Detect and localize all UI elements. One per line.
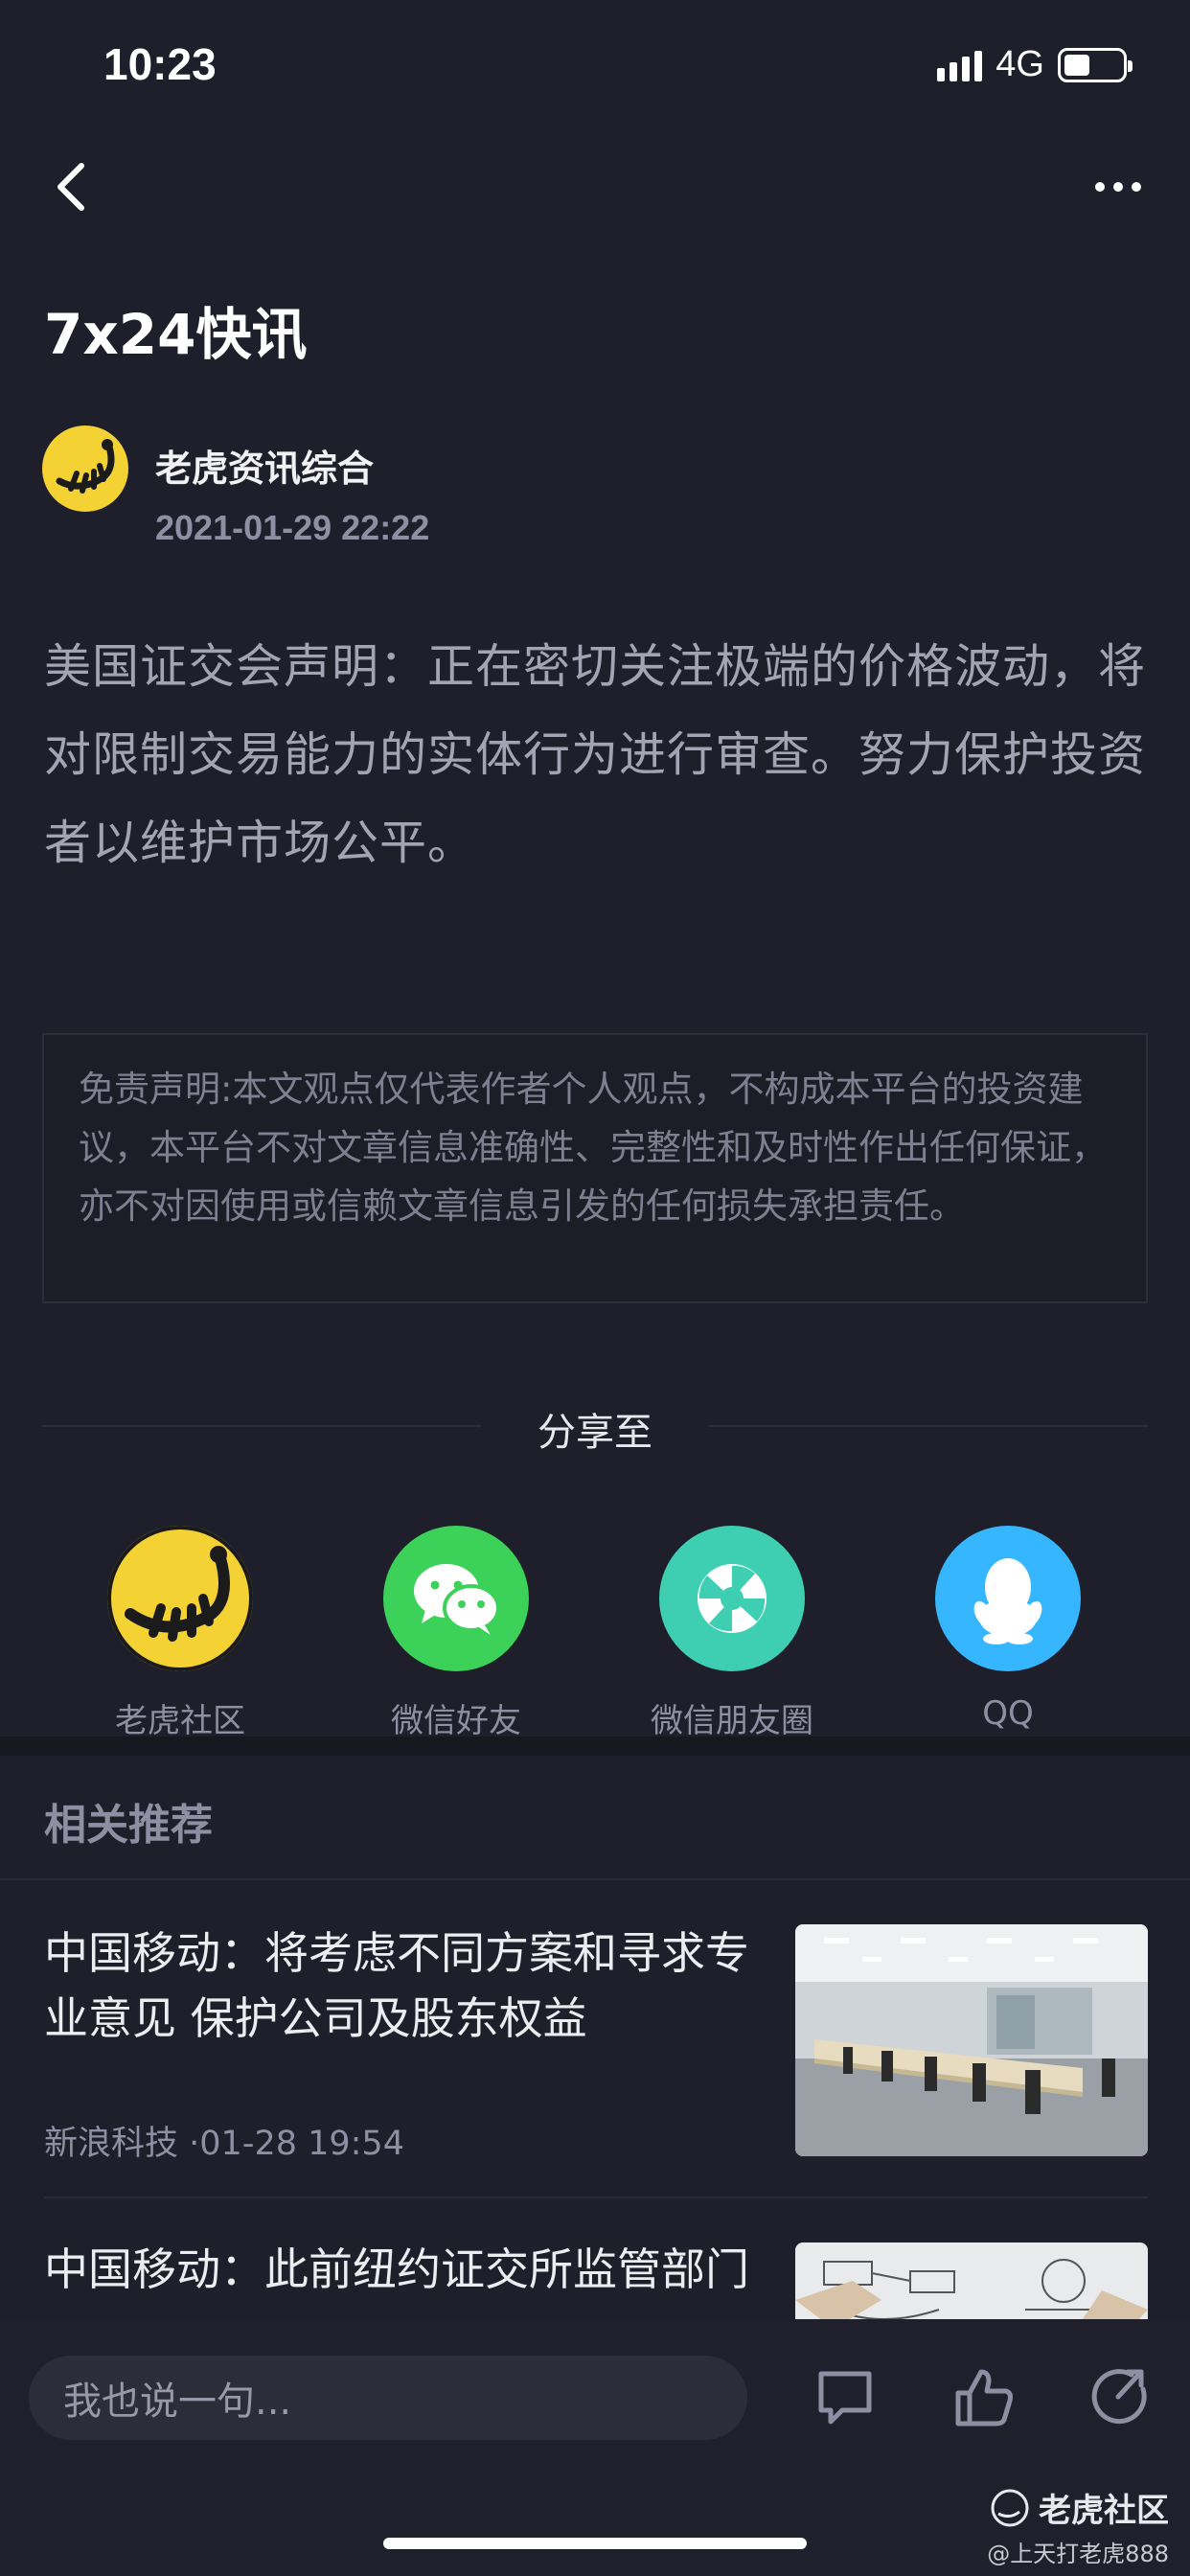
publish-time: 2021-01-29 22:22 (155, 508, 430, 547)
home-indicator[interactable] (383, 2538, 807, 2549)
comment-button[interactable] (807, 2359, 883, 2436)
related-item-meta: 新浪科技 ·01-28 19:54 (44, 2116, 404, 2165)
share-tiger-community[interactable]: 老虎社区 (84, 1526, 276, 1741)
share-label: 老虎社区 (115, 1702, 245, 1740)
share-arrow-icon (1091, 2369, 1147, 2425)
moments-icon (659, 1526, 805, 1671)
author-avatar[interactable] (42, 426, 128, 512)
author-name[interactable]: 老虎资讯综合 (155, 439, 374, 492)
disclaimer-box: 免责声明:本文观点仅代表作者个人观点，不构成本平台的投资建议，本平台不对文章信息… (42, 1033, 1148, 1303)
share-label: QQ (982, 1694, 1034, 1733)
comment-icon (818, 2371, 872, 2425)
share-qq[interactable]: QQ (912, 1526, 1104, 1733)
tiger-logo-icon (42, 426, 128, 512)
tiger-community-icon (107, 1526, 253, 1671)
page-title: 7x24快讯 (44, 302, 308, 367)
share-button[interactable] (1083, 2359, 1159, 2436)
share-wechat-friend[interactable]: 微信好友 (360, 1526, 552, 1741)
related-item-divider (44, 2196, 1148, 2198)
status-time: 10:23 (103, 39, 217, 89)
network-type: 4G (995, 44, 1044, 84)
share-label: 微信好友 (391, 1702, 521, 1740)
news-detail-page: 10:23 4G 7x24快讯 老虎资讯综合 2021-01-29 22:22 … (0, 0, 1190, 2576)
related-title: 相关推荐 (44, 1801, 213, 1850)
like-button[interactable] (946, 2359, 1022, 2436)
related-divider (0, 1878, 1190, 1880)
back-button[interactable] (38, 153, 105, 220)
signal-icon (937, 49, 983, 81)
chevron-left-icon (57, 163, 84, 211)
article-body: 美国证交会声明：正在密切关注极端的价格波动，将对限制交易能力的实体行为进行审查。… (44, 639, 1147, 870)
watermark-user: @上天打老虎888 (987, 2541, 1169, 2567)
related-item-source: 新浪科技 (44, 2125, 179, 2163)
watermark-brand: 老虎社区 (987, 2484, 1169, 2531)
battery-icon (1058, 47, 1133, 82)
qq-icon (935, 1526, 1081, 1671)
watermark: 老虎社区 @上天打老虎888 (987, 2484, 1169, 2568)
related-item-title[interactable]: 中国移动：将考虑不同方案和寻求专业意见 保护公司及股东权益 (44, 1920, 772, 2051)
status-indicators: 4G (937, 44, 1133, 85)
watermark-brand-text: 老虎社区 (1039, 2492, 1169, 2530)
tiger-logo-icon (991, 2489, 1029, 2526)
share-label: 微信朋友圈 (651, 1702, 813, 1740)
comment-input[interactable]: 我也说一句... (29, 2356, 747, 2440)
section-separator (0, 1736, 1190, 1756)
office-photo-thumbnail[interactable] (795, 1924, 1148, 2156)
wechat-icon (383, 1526, 529, 1671)
share-title: 分享至 (538, 1411, 652, 1455)
more-options-button[interactable] (1085, 163, 1152, 211)
related-item-time: ·01-28 19:54 (189, 2125, 404, 2163)
thumbs-up-icon (955, 2369, 1013, 2426)
share-wechat-moments[interactable]: 微信朋友圈 (636, 1526, 828, 1741)
related-item-title[interactable]: 中国移动：此前纽约证交所监管部门 (44, 2237, 772, 2302)
